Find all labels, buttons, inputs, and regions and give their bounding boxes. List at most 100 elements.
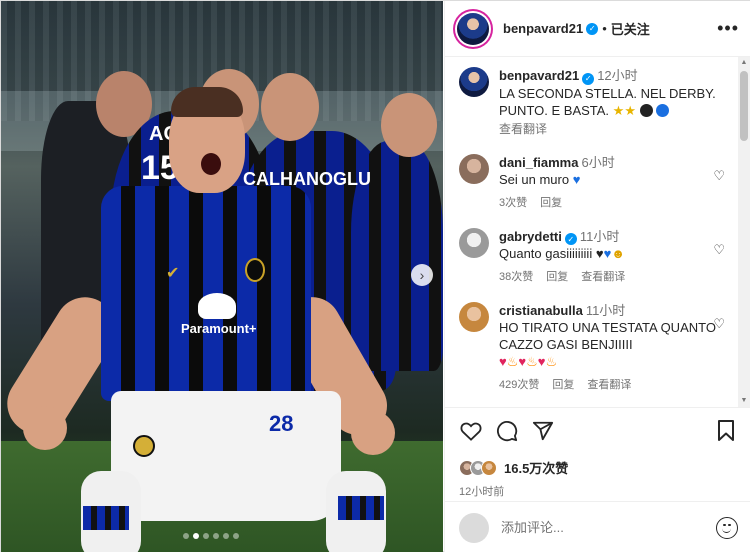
carousel-dot[interactable] [203,533,209,539]
heart-icon[interactable]: ♡ [713,316,725,332]
carousel-dot[interactable] [193,533,199,539]
comment-avatar[interactable] [459,302,489,332]
player-mouth [201,153,221,175]
comment-meta: 429次赞 回复 查看翻译 [499,377,719,394]
player-jersey [101,186,311,401]
comment-username[interactable]: cristianabulla [499,303,583,318]
shorts-badge-icon [133,435,155,457]
scroll-up-icon[interactable]: ▲ [740,59,748,67]
carousel-dot[interactable] [233,533,239,539]
reply-button[interactable]: 回复 [552,379,574,391]
translate-link[interactable]: 查看翻译 [587,379,631,391]
bookmark-icon[interactable] [714,419,738,443]
verified-badge-icon: ✓ [564,233,577,245]
caption: benpavard21 ✓ 12小时 LA SECONDA STELLA. NEL … [459,67,731,138]
comment-likes[interactable]: 429次赞 [499,379,539,391]
comment-icon[interactable] [495,419,519,443]
comment-item: dani_fiamma 6小时 Sei un muro ♥ 3次赞 回复 ♡ [459,153,731,212]
more-icon[interactable]: ••• [717,18,739,39]
emoji-icon[interactable] [716,516,738,539]
comment-text-wrap: Quanto gasiiiiiiiii ♥♥☻ [499,245,719,262]
likes-count[interactable]: 16.5万次赞 [504,458,568,477]
caption-body: LA SECONDA STELLA. NEL DERBY. PUNTO. E B… [499,85,716,118]
next-arrow-icon[interactable]: › [411,264,433,286]
header-separator: • [602,21,607,36]
sock-stripes-right [338,496,384,520]
verified-badge-icon: ✓ [582,72,595,85]
carousel-dot[interactable] [183,533,189,539]
post-header: benpavard21 ✓ • 已关注 ••• [445,1,750,57]
heart-icon[interactable] [459,419,483,443]
carousel-dot[interactable] [223,533,229,539]
star-emoji: ★ [612,102,625,118]
author-username[interactable]: benpavard21 [503,21,583,36]
share-icon[interactable] [531,419,555,443]
comment-input[interactable] [501,520,701,535]
verified-badge-icon: ✓ [586,22,599,35]
comment-likes[interactable]: 3次赞 [499,197,527,209]
fire-emoji: ♨ [526,354,538,369]
caption-avatar[interactable] [459,67,489,97]
comment-time[interactable]: 11小时 [586,303,626,318]
shorts-number: 28 [269,411,294,436]
teammate-head [261,73,319,141]
player-fist-right [351,411,395,455]
black-circle-emoji [639,103,653,117]
star-emoji: ★ [624,102,636,118]
comment-likes[interactable]: 38次赞 [499,271,533,283]
carousel-dot[interactable] [213,533,219,539]
comment-username[interactable]: gabrydetti [499,229,562,244]
comment-meta: 3次赞 回复 [499,195,719,212]
post-modal: ACE 15 CALHANOGLU ✔ Paramount+ 28 › benp… [0,0,750,552]
player-hair [171,87,243,117]
reply-button[interactable]: 回复 [540,197,562,209]
post-photo[interactable]: ACE 15 CALHANOGLU ✔ Paramount+ 28 › [1,1,443,552]
comment-avatar[interactable] [459,153,489,184]
sock-stripes-left [83,506,129,530]
caption-text: LA SECONDA STELLA. NEL DERBY. PUNTO. E B… [499,85,719,119]
post-side-panel: benpavard21 ✓ • 已关注 ••• benpavard21 ✓ 12小时… [444,1,750,552]
sponsor-mountain-icon [198,293,236,319]
heart-eyes-emoji: ☻ [611,246,625,261]
comment-item: gabrydetti ✓ 11小时 Quanto gasiiiiiiiii ♥♥☻ … [459,227,731,287]
comment-time[interactable]: 6小时 [581,155,614,170]
blue-circle-emoji [656,103,670,117]
post-timestamp[interactable]: 12小时前 [459,483,738,499]
caption-time[interactable]: 12小时 [597,68,637,83]
red-heart-emoji: ♥ [499,354,507,369]
caption-username[interactable]: benpavard21 [499,68,579,83]
club-badge-icon [245,258,265,282]
following-button[interactable]: 已关注 [611,19,650,38]
red-heart-emoji: ♥ [518,354,527,369]
scroll-down-icon[interactable]: ▼ [740,397,748,405]
comment-emoji-row: ♥♨♥♨♥♨ [499,353,719,370]
post-actions: 16.5万次赞 12小时前 [445,407,750,499]
heart-icon[interactable]: ♡ [713,168,725,184]
add-comment-bar [445,501,750,552]
black-heart-emoji: ♥ [595,246,604,261]
reply-button[interactable]: 回复 [546,271,568,283]
comment-text: HO TIRATO UNA TESTATA QUANTO CAZZO GASI … [499,320,716,352]
comment-avatar[interactable] [459,227,489,258]
likes-summary[interactable]: 16.5万次赞 [459,458,738,477]
comments-scrollbar[interactable]: ▲ ▼ [738,57,750,407]
teammate-head [381,93,437,157]
comment-item: cristianabulla 11小时 HO TIRATO UNA TESTATA… [459,302,731,394]
carousel-dots [183,533,239,539]
comment-text-wrap: Sei un muro ♥ [499,171,719,188]
liker-avatar [481,459,497,476]
comment-text: Quanto gasiiiiiiiii [499,246,593,261]
comment-username[interactable]: dani_fiamma [499,155,578,170]
heart-icon[interactable]: ♡ [713,242,725,258]
sponsor-text: Paramount+ [181,321,257,336]
scroll-thumb[interactable] [740,71,748,141]
author-avatar[interactable] [457,12,489,45]
blue-heart-emoji: ♥ [572,171,581,187]
current-user-avatar [459,512,489,543]
caption-translate[interactable]: 查看翻译 [499,121,719,138]
comment-meta: 38次赞 回复 查看翻译 [499,269,719,286]
translate-link[interactable]: 查看翻译 [581,271,625,283]
comments-list[interactable]: benpavard21 ✓ 12小时 LA SECONDA STELLA. NEL … [445,57,745,407]
comment-text: Sei un muro [499,171,570,187]
comment-time[interactable]: 11小时 [580,229,620,244]
